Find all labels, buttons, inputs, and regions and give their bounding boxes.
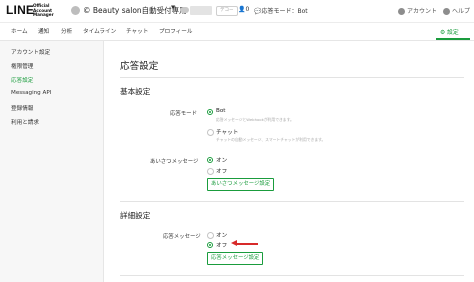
main-nav: ホーム 通知 分析 タイムライン チャット プロフィール ⚙ 設定 <box>0 23 474 41</box>
basic-section-title: 基本設定 <box>120 87 151 96</box>
response-mode-chat-radio[interactable] <box>207 129 214 136</box>
sidebar-item-messaging-api[interactable]: Messaging API <box>11 90 51 96</box>
sidebar: アカウント設定 権限管理 応答設定 Messaging API 登録情報 利用と… <box>0 41 104 282</box>
arrow-head-icon <box>231 240 237 246</box>
followers-count: 👤0 <box>238 6 249 13</box>
help-icon <box>443 8 450 15</box>
response-mode-chat-desc: チャットの自動メッセージ、スマートチャットが利用できます。 <box>216 137 326 142</box>
response-mode-text: 応答モード：Bot <box>261 8 308 15</box>
main-content: 応答設定 基本設定 応答モード Bot 応答メッセージとWebhookが利用でき… <box>104 41 474 282</box>
nav-settings[interactable]: ⚙ 設定 <box>440 27 459 36</box>
greeting-settings-button[interactable]: あいさつメッセージ設定 <box>207 178 275 191</box>
top-header: LINE Official Account Manager © Beauty s… <box>0 0 474 23</box>
account-tag: デコー <box>216 6 238 16</box>
annotation-arrow <box>236 243 258 245</box>
line-logo: LINE <box>6 3 35 17</box>
nav-settings-label: 設定 <box>447 30 459 36</box>
detail-section-title: 詳細設定 <box>120 211 151 220</box>
nav-chat[interactable]: チャット <box>126 27 148 35</box>
followers-value: 0 <box>245 6 250 13</box>
response-mode-chat-label: チャット <box>216 130 239 136</box>
response-mode-status[interactable]: 💬応答モード：Bot <box>254 6 308 15</box>
response-mode-bot-desc: 応答メッセージとWebhookが利用できます。 <box>216 117 294 122</box>
help-link[interactable]: ヘルプ <box>443 6 470 15</box>
divider <box>120 201 464 202</box>
toggle-icon[interactable] <box>180 7 189 13</box>
account-icon <box>398 8 405 15</box>
gear-icon: ⚙ <box>440 30 446 36</box>
nav-analytics[interactable]: 分析 <box>61 27 72 35</box>
auto-response-off-label: オフ <box>216 243 228 249</box>
greeting-off-radio[interactable] <box>207 168 214 175</box>
greeting-off-label: オフ <box>216 169 228 175</box>
help-link-label: ヘルプ <box>452 8 471 15</box>
divider <box>120 275 464 276</box>
logo-subtitle: Official Account Manager <box>33 3 54 18</box>
account-avatar[interactable] <box>71 6 80 15</box>
auto-response-off-radio[interactable] <box>207 242 213 248</box>
account-link-label: アカウント <box>407 8 438 15</box>
nav-home[interactable]: ホーム <box>11 27 28 35</box>
sidebar-item-response-settings[interactable]: 応答設定 <box>11 76 33 84</box>
greeting-label: あいさつメッセージ <box>150 159 199 165</box>
response-mode-label: 応答モード <box>170 111 197 117</box>
response-mode-bot-label: Bot <box>216 108 226 114</box>
page-title: 応答設定 <box>120 61 159 72</box>
active-tab-indicator <box>436 38 470 40</box>
account-link[interactable]: アカウント <box>398 6 437 15</box>
nav-profile[interactable]: プロフィール <box>159 27 192 35</box>
divider <box>120 77 464 78</box>
auto-response-label: 応答メッセージ <box>163 234 201 240</box>
sidebar-item-registration[interactable]: 登録情報 <box>11 104 33 112</box>
sidebar-item-billing[interactable]: 利用と請求 <box>11 118 39 126</box>
auto-response-on-label: オン <box>216 233 228 239</box>
response-mode-bot-radio[interactable] <box>207 109 213 115</box>
caret-down-icon[interactable]: ▼ <box>171 5 175 11</box>
auto-response-on-radio[interactable] <box>207 232 214 239</box>
account-id-box <box>190 6 212 15</box>
auto-response-settings-button[interactable]: 応答メッセージ設定 <box>207 252 264 265</box>
sidebar-item-account-settings[interactable]: アカウント設定 <box>11 48 50 56</box>
nav-timeline[interactable]: タイムライン <box>83 27 116 35</box>
greeting-on-label: オン <box>216 158 228 164</box>
nav-notifications[interactable]: 通知 <box>38 27 49 35</box>
greeting-on-radio[interactable] <box>207 157 213 163</box>
sidebar-item-permissions[interactable]: 権限管理 <box>11 62 33 70</box>
